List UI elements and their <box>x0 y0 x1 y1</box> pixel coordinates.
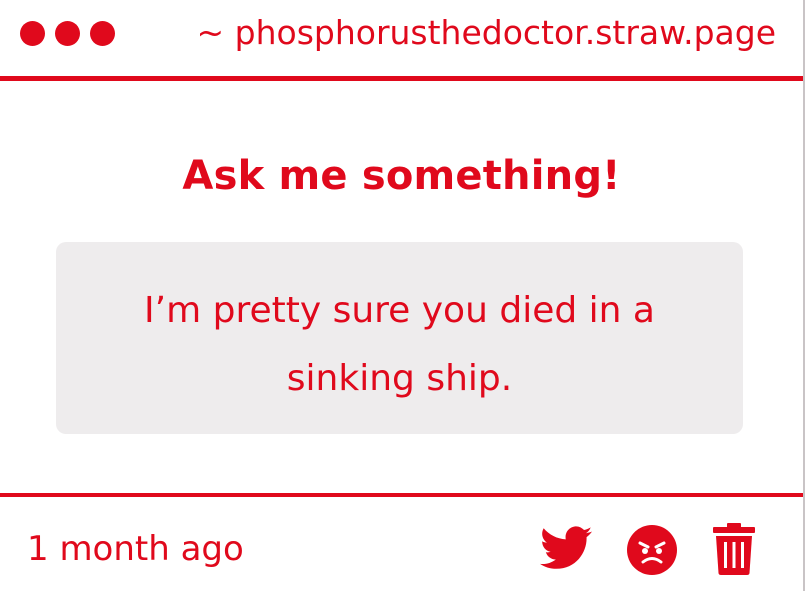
window-dot-3 <box>90 21 115 46</box>
card-footer: 1 month ago <box>0 497 803 591</box>
question-text: I’m pretty sure you died in a sinking sh… <box>144 290 655 399</box>
timestamp: 1 month ago <box>27 529 244 569</box>
window-dots <box>20 21 115 46</box>
window-dot-1 <box>20 21 45 46</box>
twitter-icon[interactable] <box>540 526 592 570</box>
ask-card: ~ phosphorusthedoctor.straw.page Ask me … <box>0 0 805 591</box>
window-dot-2 <box>55 21 80 46</box>
question-bubble: I’m pretty sure you died in a sinking sh… <box>56 242 743 434</box>
card-header: ~ phosphorusthedoctor.straw.page <box>0 0 803 76</box>
page-title: Ask me something! <box>182 153 621 199</box>
header-divider <box>0 76 803 81</box>
page-url[interactable]: ~ phosphorusthedoctor.straw.page <box>197 11 777 55</box>
trash-icon[interactable] <box>712 523 756 575</box>
angry-face-icon[interactable] <box>626 524 678 576</box>
